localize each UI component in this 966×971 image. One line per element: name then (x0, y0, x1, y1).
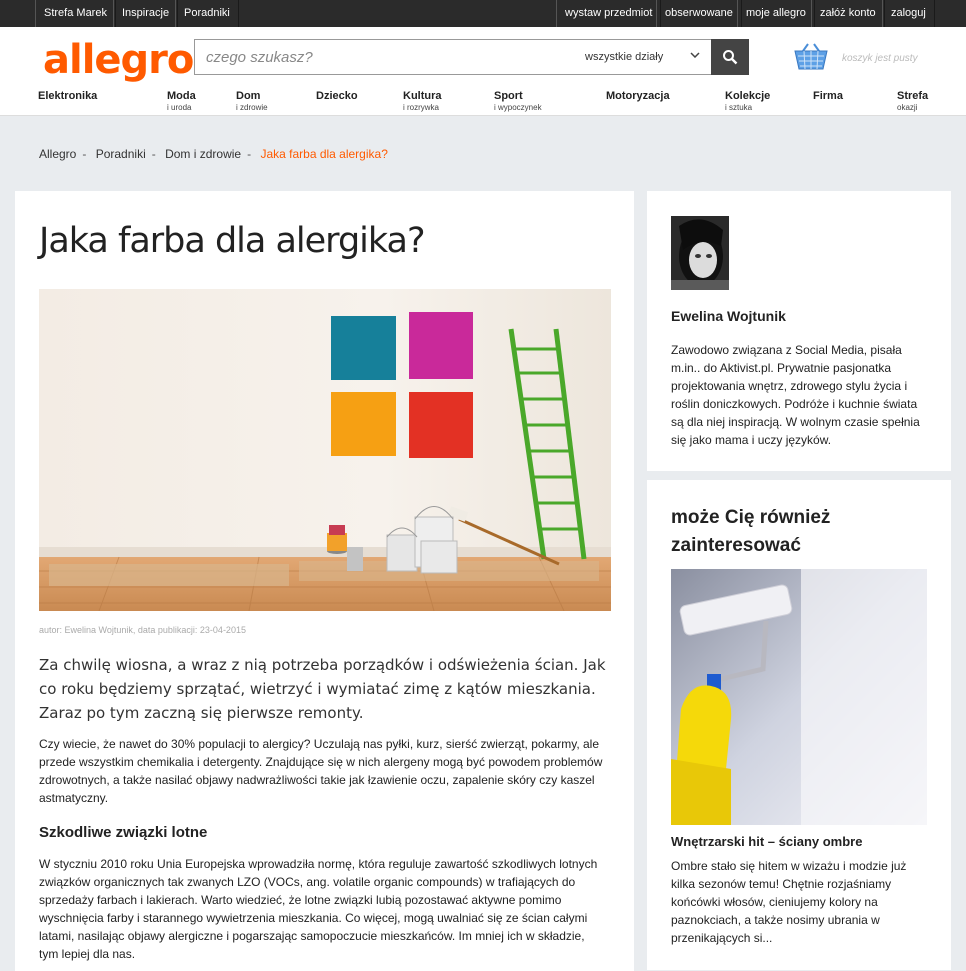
category-sublabel: i wypoczynek (494, 103, 542, 112)
basket-status[interactable]: koszyk jest pusty (842, 53, 918, 64)
category-label: Moda (167, 90, 196, 102)
breadcrumb-separator: - (82, 147, 87, 161)
category-label: Dziecko (316, 90, 358, 102)
search-button[interactable] (711, 39, 749, 75)
article-lead: Za chwilę wiosna, a wraz z nią potrzeba … (39, 656, 606, 722)
category-sublabel: i zdrowie (236, 103, 268, 112)
article-hero-image (39, 289, 611, 611)
author-name[interactable]: Ewelina Wojtunik (671, 308, 786, 324)
basket-icon[interactable] (794, 42, 828, 75)
breadcrumb-poradniki[interactable]: Poradniki (96, 147, 146, 161)
allegro-logo[interactable]: allegro (43, 37, 194, 83)
search-icon (723, 50, 738, 65)
search-bar: wszystkie działy (194, 39, 749, 75)
category-sublabel: i rozrywka (403, 103, 440, 112)
topbar-link-strefa-marek[interactable]: Strefa Marek (35, 0, 116, 27)
topbar-link-zaloguj[interactable]: zaloguj (882, 0, 935, 27)
breadcrumb-separator: - (247, 147, 252, 161)
category-sport[interactable]: Sport i wypoczynek (494, 89, 542, 113)
category-sublabel: okazji (897, 103, 918, 112)
category-firma[interactable]: Firma (813, 89, 843, 103)
related-card: może Cię również zainteresować Wnętrzars… (647, 480, 951, 970)
top-bar: Strefa Marek Inspiracje Poradniki wystaw… (0, 0, 966, 27)
breadcrumb-dom-i-zdrowie[interactable]: Dom i zdrowie (165, 147, 241, 161)
category-dom[interactable]: Dom i zdrowie (236, 89, 268, 113)
author-card: Ewelina Wojtunik Zawodowo związana z Soc… (647, 191, 951, 471)
topbar-link-inspiracje[interactable]: Inspiracje (113, 0, 179, 27)
category-strefa-okazji[interactable]: Strefa okazji (897, 89, 928, 113)
category-label: Firma (813, 90, 843, 102)
category-label: Sport (494, 90, 523, 102)
related-item-title[interactable]: Wnętrzarski hit – ściany ombre (671, 834, 862, 849)
author-avatar[interactable] (671, 216, 729, 290)
category-label: Strefa (897, 90, 929, 102)
related-heading: może Cię również zainteresować (671, 507, 831, 556)
topbar-link-obserwowane[interactable]: obserwowane (656, 0, 742, 27)
category-kolekcje[interactable]: Kolekcje i sztuka (725, 89, 770, 113)
related-item-description: Ombre stało się hitem w wizażu i modzie … (671, 859, 907, 945)
category-sublabel: i uroda (167, 103, 192, 112)
article-paragraph: W styczniu 2010 roku Unia Europejska wpr… (39, 857, 598, 961)
article-byline: autor: Ewelina Wojtunik, data publikacji… (39, 625, 246, 635)
category-kultura[interactable]: Kultura i rozrywka (403, 89, 442, 113)
chevron-down-icon[interactable] (690, 40, 700, 74)
topbar-link-wystaw-przedmiot[interactable]: wystaw przedmiot (556, 0, 662, 27)
department-select[interactable]: wszystkie działy (585, 40, 663, 74)
topbar-link-poradniki[interactable]: Poradniki (175, 0, 239, 27)
category-label: Motoryzacja (606, 90, 670, 102)
category-label: Elektronika (38, 90, 98, 102)
search-input[interactable] (195, 40, 575, 74)
related-item-image[interactable] (671, 569, 927, 825)
category-sublabel: i sztuka (725, 103, 753, 112)
breadcrumb-separator: - (151, 147, 156, 161)
author-bio: Zawodowo związana z Social Media, pisała… (671, 343, 920, 447)
article-card: Jaka farba dla alergika? autor: Ewelina … (15, 191, 634, 971)
category-dziecko[interactable]: Dziecko (316, 89, 358, 103)
category-label: Kultura (403, 90, 442, 102)
category-elektronika[interactable]: Elektronika (38, 89, 97, 103)
article-title: Jaka farba dla alergika? (39, 221, 426, 261)
category-label: Dom (236, 90, 261, 102)
section-heading: Szkodliwe związki lotne (39, 824, 208, 841)
site-header: allegro wszystkie działy koszyk jest pus… (0, 27, 966, 116)
topbar-link-moje-allegro[interactable]: moje allegro (737, 0, 815, 27)
breadcrumb: Allegro - Poradniki - Dom i zdrowie - Jaka … (39, 147, 394, 161)
category-motoryzacja[interactable]: Motoryzacja (606, 89, 670, 103)
topbar-link-zaloz-konto[interactable]: załóż konto (811, 0, 885, 27)
breadcrumb-allegro[interactable]: Allegro (39, 147, 76, 161)
category-moda[interactable]: Moda i uroda (167, 89, 196, 113)
breadcrumb-current: Jaka farba dla alergika? (260, 147, 388, 161)
category-label: Kolekcje (725, 90, 771, 102)
category-nav: Elektronika Moda i uroda Dom i zdrowie Dzi… (0, 89, 966, 115)
article-paragraph: Czy wiecie, że nawet do 30% populacji to… (39, 737, 603, 805)
